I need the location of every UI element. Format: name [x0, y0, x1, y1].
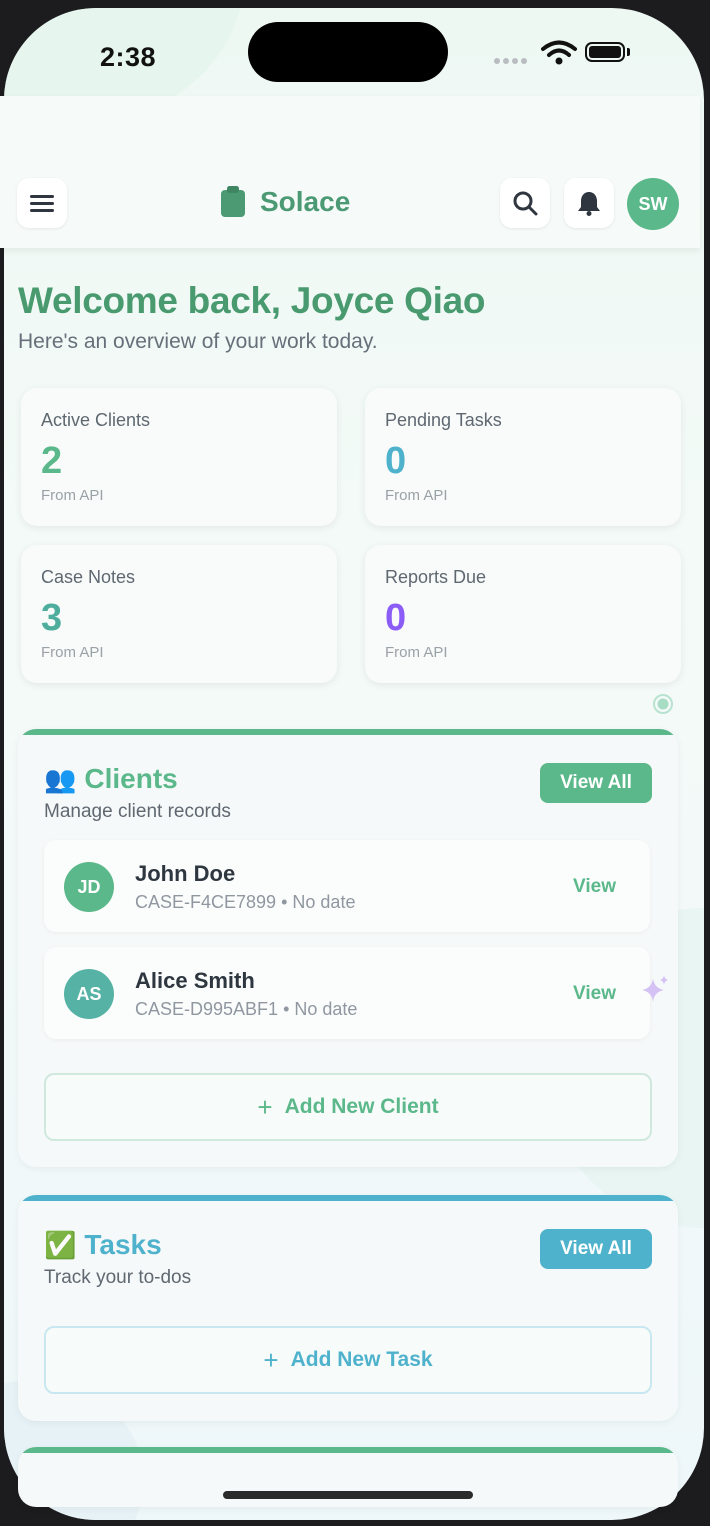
tasks-view-all-button[interactable]: View All: [540, 1229, 652, 1269]
battery-icon: [585, 42, 625, 62]
tasks-subtitle: Track your to-dos: [44, 1267, 192, 1288]
dynamic-island: [248, 22, 448, 82]
stat-card-pending-tasks[interactable]: Pending Tasks 0 From API: [365, 388, 681, 526]
client-name: Alice Smith: [135, 968, 255, 993]
plus-icon: +: [263, 1344, 279, 1375]
stat-value: 3: [41, 597, 63, 639]
plus-icon: +: [257, 1091, 273, 1122]
brand[interactable]: Solace: [220, 186, 350, 218]
home-indicator[interactable]: [223, 1491, 473, 1499]
client-row[interactable]: AS Alice Smith CASE-D995ABF1 • No date V…: [44, 947, 650, 1039]
stat-value: 2: [41, 440, 63, 482]
clients-section: 👥 Clients Manage client records View All…: [18, 729, 678, 1167]
tasks-title: ✅ Tasks: [44, 1229, 162, 1261]
stat-value: 0: [385, 440, 407, 482]
clipboard-icon: [221, 186, 245, 217]
welcome-title: Welcome back, Joyce Qiao: [18, 280, 486, 321]
meta-separator: •: [281, 892, 293, 912]
stat-card-active-clients[interactable]: Active Clients 2 From API: [21, 388, 337, 526]
user-avatar[interactable]: SW: [627, 178, 679, 230]
client-date: No date: [294, 999, 358, 1019]
tasks-section: ✅ Tasks Track your to-dos View All + Add…: [18, 1195, 678, 1421]
stat-label: Case Notes: [41, 567, 136, 587]
add-new-client-button[interactable]: + Add New Client: [44, 1073, 652, 1141]
search-icon: [513, 191, 538, 216]
search-button[interactable]: [500, 178, 550, 228]
add-task-label: Add New Task: [290, 1348, 433, 1371]
client-meta: CASE-F4CE7899 • No date: [135, 892, 355, 913]
stat-label: Reports Due: [385, 567, 487, 587]
section-accent-bar: [18, 1447, 678, 1453]
decorative-dot-icon: [653, 694, 673, 714]
welcome-subtitle: Here's an overview of your work today.: [18, 330, 378, 353]
client-view-link[interactable]: View: [573, 983, 616, 1005]
stat-card-case-notes[interactable]: Case Notes 3 From API: [21, 545, 337, 683]
client-avatar: JD: [64, 862, 114, 912]
add-new-task-button[interactable]: + Add New Task: [44, 1326, 652, 1394]
battery-cap: [627, 48, 630, 56]
menu-icon: [30, 195, 54, 212]
sparkle-icon: [642, 975, 668, 1002]
people-icon: 👥: [44, 763, 77, 794]
bell-icon: [578, 192, 600, 216]
notifications-button[interactable]: [564, 178, 614, 228]
stat-value: 0: [385, 597, 407, 639]
clients-subtitle: Manage client records: [44, 801, 231, 822]
stat-source: From API: [385, 644, 448, 661]
client-name: John Doe: [135, 861, 236, 886]
stat-label: Pending Tasks: [385, 410, 502, 430]
stat-source: From API: [41, 487, 104, 504]
meta-separator: •: [283, 999, 295, 1019]
cellular-signal-icon: [494, 58, 527, 64]
brand-name: Solace: [260, 186, 351, 217]
client-case-id: CASE-F4CE7899: [135, 892, 277, 912]
status-time: 2:38: [100, 42, 157, 72]
client-view-link[interactable]: View: [573, 876, 616, 898]
wifi-icon: [541, 40, 577, 65]
section-title-text: Tasks: [84, 1229, 162, 1260]
menu-button[interactable]: [17, 178, 67, 228]
stat-source: From API: [41, 644, 104, 661]
stat-source: From API: [385, 487, 448, 504]
add-client-label: Add New Client: [284, 1095, 439, 1118]
clients-title: 👥 Clients: [44, 763, 178, 795]
stat-label: Active Clients: [41, 410, 151, 430]
clients-view-all-button[interactable]: View All: [540, 763, 652, 803]
client-meta: CASE-D995ABF1 • No date: [135, 999, 357, 1020]
stat-card-reports-due[interactable]: Reports Due 0 From API: [365, 545, 681, 683]
client-case-id: CASE-D995ABF1: [135, 999, 279, 1019]
checkmark-icon: ✅: [44, 1229, 77, 1260]
client-date: No date: [292, 892, 356, 912]
section-accent-bar: [18, 729, 678, 735]
client-avatar: AS: [64, 969, 114, 1019]
section-accent-bar: [18, 1195, 678, 1201]
section-title-text: Clients: [84, 763, 178, 794]
client-row[interactable]: JD John Doe CASE-F4CE7899 • No date View: [44, 840, 650, 932]
